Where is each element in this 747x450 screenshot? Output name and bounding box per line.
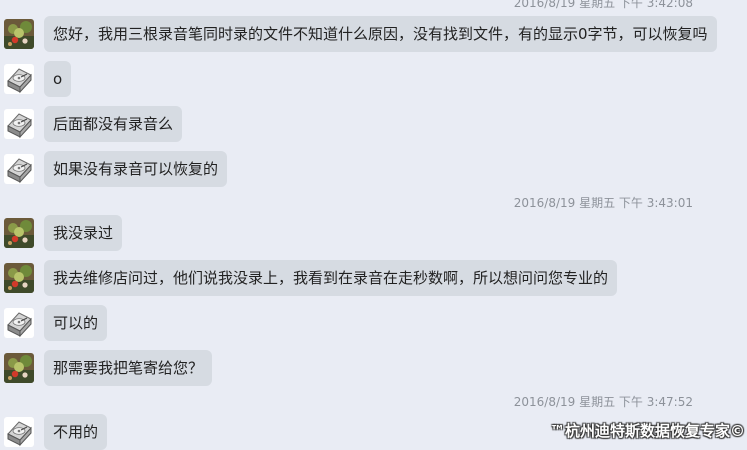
message-bubble: 后面都没有录音么	[44, 106, 183, 142]
agent-avatar-icon[interactable]	[4, 64, 34, 94]
customer-avatar-icon[interactable]	[4, 353, 34, 383]
message-bubble: 我没录过	[44, 215, 123, 251]
agent-avatar-icon[interactable]	[4, 109, 34, 139]
message-bubble: 您好，我用三根录音笔同时录的文件不知道什么原因，没有找到文件，有的显示0字节，可…	[44, 16, 717, 52]
message-bubble: 可以的	[44, 305, 108, 341]
message-row: o	[0, 61, 747, 97]
customer-avatar-icon[interactable]	[4, 19, 34, 49]
message-row: 后面都没有录音么	[0, 106, 747, 142]
chat-transcript: 2016/8/19 星期五 下午 3:42:08 您好，我用三根录音笔同时录的文…	[0, 0, 747, 450]
timestamp: 2016/8/19 星期五 下午 3:42:08	[513, 0, 693, 10]
message-bubble: o	[44, 61, 72, 97]
message-bubble: 如果没有录音可以恢复的	[44, 151, 228, 187]
timestamp: 2016/8/19 星期五 下午 3:43:01	[513, 196, 693, 210]
customer-avatar-icon[interactable]	[4, 263, 34, 293]
message-bubble: 我去维修店问过，他们说我没录上，我看到在录音在走秒数啊，所以想问问您专业的	[44, 260, 618, 296]
message-row: 可以的	[0, 305, 747, 341]
message-row: 我去维修店问过，他们说我没录上，我看到在录音在走秒数啊，所以想问问您专业的	[0, 260, 747, 296]
watermark: ™杭州迪特斯数据恢复专家©	[549, 422, 745, 440]
message-row: 如果没有录音可以恢复的	[0, 151, 747, 187]
message-bubble: 那需要我把笔寄给您？	[44, 350, 213, 386]
message-row: 那需要我把笔寄给您？	[0, 350, 747, 386]
message-row: 您好，我用三根录音笔同时录的文件不知道什么原因，没有找到文件，有的显示0字节，可…	[0, 16, 747, 52]
agent-avatar-icon[interactable]	[4, 308, 34, 338]
agent-avatar-icon[interactable]	[4, 417, 34, 447]
customer-avatar-icon[interactable]	[4, 218, 34, 248]
message-bubble: 不用的	[44, 414, 108, 450]
agent-avatar-icon[interactable]	[4, 154, 34, 184]
timestamp: 2016/8/19 星期五 下午 3:47:52	[513, 395, 693, 409]
message-row: 我没录过	[0, 215, 747, 251]
